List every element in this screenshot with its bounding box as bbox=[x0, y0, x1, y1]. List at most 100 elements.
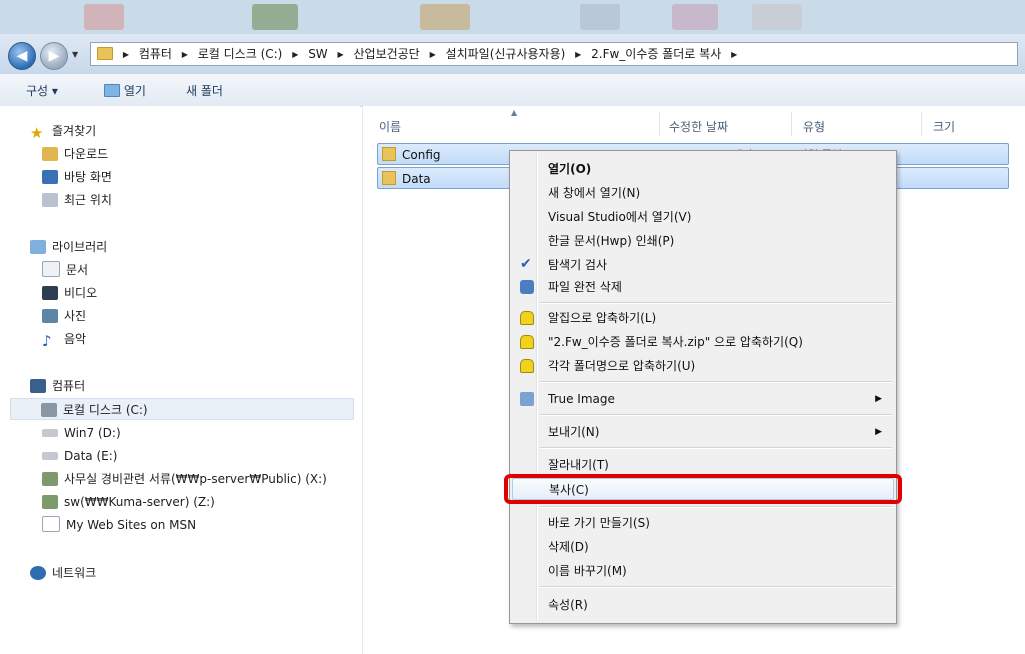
nav-item-downloads[interactable]: 다운로드 bbox=[42, 143, 108, 165]
alzip-icon bbox=[520, 311, 534, 325]
back-button[interactable]: ◀ bbox=[8, 42, 36, 70]
drive-icon bbox=[42, 452, 58, 460]
computer-icon bbox=[30, 379, 46, 393]
breadcrumb-item[interactable]: 컴퓨터 bbox=[139, 47, 172, 61]
column-header-type[interactable]: 유형 bbox=[803, 118, 825, 135]
nav-label: Win7 (D:) bbox=[64, 426, 121, 440]
nav-item-desktop[interactable]: 바탕 화면 bbox=[42, 166, 112, 188]
chevron-right-icon[interactable]: ▶ bbox=[182, 44, 188, 66]
chevron-right-icon[interactable]: ▶ bbox=[292, 44, 298, 66]
open-folder-icon bbox=[104, 84, 120, 97]
nav-item-local-disk-c[interactable]: 로컬 디스크 (C:) bbox=[10, 398, 354, 420]
nav-item-drive-e[interactable]: Data (E:) bbox=[42, 445, 117, 467]
column-header-name[interactable]: 이름 bbox=[379, 118, 401, 135]
drive-icon bbox=[41, 403, 57, 417]
breadcrumb-item[interactable]: 설치파일(신규사용자용) bbox=[446, 47, 566, 61]
menu-item-label: 알집으로 압축하기(L) bbox=[548, 311, 657, 325]
menu-item-alzip-compress[interactable]: 알집으로 압축하기(L) bbox=[512, 307, 894, 329]
nav-label: 네트워크 bbox=[52, 566, 97, 580]
submenu-arrow-icon: ▶ bbox=[875, 427, 882, 437]
menu-item-open[interactable]: 열기(O) bbox=[512, 158, 894, 180]
nav-label: 비디오 bbox=[64, 286, 98, 300]
breadcrumb-item[interactable]: 로컬 디스크 (C:) bbox=[198, 47, 283, 61]
file-name: Data bbox=[402, 172, 431, 186]
nav-computer[interactable]: 컴퓨터 bbox=[30, 375, 85, 397]
command-bar: 구성 ▾ 열기 새 폴더 bbox=[0, 74, 1025, 107]
menu-item-label: 각각 폴더명으로 압축하기(U) bbox=[548, 359, 696, 373]
nav-item-videos[interactable]: 비디오 bbox=[42, 282, 97, 304]
menu-item-label: 한글 문서(Hwp) 인쇄(P) bbox=[548, 234, 675, 248]
chevron-right-icon[interactable]: ▶ bbox=[430, 44, 436, 66]
menu-item-send-to[interactable]: 보내기(N) ▶ bbox=[512, 421, 894, 443]
breadcrumb-item[interactable]: 산업보건공단 bbox=[353, 47, 419, 61]
chevron-right-icon[interactable]: ▶ bbox=[575, 44, 581, 66]
taskbar-thumb[interactable] bbox=[672, 4, 718, 30]
menu-item-cut[interactable]: 잘라내기(T) bbox=[512, 454, 894, 476]
forward-button[interactable]: ▶ bbox=[40, 42, 68, 70]
nav-label: My Web Sites on MSN bbox=[66, 518, 197, 532]
music-icon: ♪ bbox=[42, 332, 52, 350]
breadcrumb-item[interactable]: SW bbox=[308, 47, 327, 61]
menu-item-label: 파일 완전 삭제 bbox=[548, 280, 622, 294]
context-menu: 열기(O) 새 창에서 열기(N) Visual Studio에서 열기(V) … bbox=[509, 150, 897, 624]
taskbar-thumb[interactable] bbox=[580, 4, 620, 30]
menu-separator bbox=[540, 447, 892, 449]
menu-item-compress-each-folder[interactable]: 각각 폴더명으로 압축하기(U) bbox=[512, 355, 894, 377]
chevron-right-icon[interactable]: ▶ bbox=[731, 44, 737, 66]
taskbar-thumb[interactable] bbox=[252, 4, 298, 30]
menu-item-hwp-print[interactable]: 한글 문서(Hwp) 인쇄(P) bbox=[512, 230, 894, 252]
pictures-icon bbox=[42, 309, 58, 323]
menu-item-properties[interactable]: 속성(R) bbox=[512, 594, 894, 616]
star-icon: ★ bbox=[30, 124, 44, 142]
column-divider[interactable] bbox=[659, 112, 660, 136]
menu-item-compress-to-zip[interactable]: "2.Fw_이수증 폴더로 복사.zip" 으로 압축하기(Q) bbox=[512, 331, 894, 353]
new-folder-button[interactable]: 새 폴더 bbox=[186, 82, 223, 99]
downloads-icon bbox=[42, 147, 58, 161]
menu-item-explorer-scan[interactable]: ✔ 탐색기 검사 bbox=[512, 254, 894, 276]
history-dropdown-icon[interactable]: ▼ bbox=[72, 50, 78, 59]
taskbar-thumb[interactable] bbox=[420, 4, 470, 30]
nav-favorites[interactable]: ★ 즐겨찾기 bbox=[30, 120, 96, 142]
web-folder-icon bbox=[42, 516, 60, 532]
nav-item-drive-x[interactable]: 사무실 경비관련 서류(₩₩p-server₩Public) (X:) bbox=[42, 468, 327, 490]
menu-item-delete[interactable]: 삭제(D) bbox=[512, 536, 894, 558]
breadcrumb-item[interactable]: 2.Fw_이수증 폴더로 복사 bbox=[591, 47, 721, 61]
file-name: Config bbox=[402, 148, 441, 162]
taskbar-thumb[interactable] bbox=[752, 4, 802, 30]
recent-places-icon bbox=[42, 193, 58, 207]
menu-item-create-shortcut[interactable]: 바로 가기 만들기(S) bbox=[512, 512, 894, 534]
nav-label: 컴퓨터 bbox=[52, 379, 86, 393]
organize-button[interactable]: 구성 ▾ bbox=[26, 82, 58, 99]
menu-separator bbox=[540, 506, 892, 508]
nav-item-music[interactable]: ♪ 음악 bbox=[42, 328, 86, 350]
menu-item-open-in-visual-studio[interactable]: Visual Studio에서 열기(V) bbox=[512, 206, 894, 228]
column-header-size[interactable]: 크기 bbox=[933, 118, 955, 135]
nav-item-pictures[interactable]: 사진 bbox=[42, 305, 86, 327]
open-button[interactable]: 열기 bbox=[104, 82, 146, 99]
column-divider[interactable] bbox=[791, 112, 792, 136]
column-divider[interactable] bbox=[921, 112, 922, 136]
network-drive-icon bbox=[42, 472, 58, 486]
menu-item-secure-delete[interactable]: 파일 완전 삭제 bbox=[512, 276, 894, 298]
chevron-right-icon[interactable]: ▶ bbox=[123, 44, 129, 66]
taskbar-thumb[interactable] bbox=[84, 4, 124, 30]
menu-item-true-image[interactable]: True Image ▶ bbox=[512, 388, 894, 410]
column-header-date[interactable]: 수정한 날짜 bbox=[669, 118, 728, 135]
menu-item-label: 잘라내기(T) bbox=[548, 458, 609, 472]
menu-item-open-new-window[interactable]: 새 창에서 열기(N) bbox=[512, 182, 894, 204]
nav-item-my-web-sites[interactable]: My Web Sites on MSN bbox=[42, 514, 196, 536]
nav-item-drive-d[interactable]: Win7 (D:) bbox=[42, 422, 121, 444]
nav-item-drive-z[interactable]: sw(₩₩Kuma-server) (Z:) bbox=[42, 491, 215, 513]
nav-item-documents[interactable]: 문서 bbox=[42, 259, 88, 281]
nav-network[interactable]: 네트워크 bbox=[30, 562, 96, 584]
nav-libraries[interactable]: 라이브러리 bbox=[30, 236, 107, 258]
drive-icon bbox=[42, 429, 58, 437]
chevron-right-icon[interactable]: ▶ bbox=[338, 44, 344, 66]
nav-item-recent[interactable]: 최근 위치 bbox=[42, 189, 112, 211]
menu-item-rename[interactable]: 이름 바꾸기(M) bbox=[512, 560, 894, 582]
network-drive-icon bbox=[42, 495, 58, 509]
address-field[interactable]: ▶ 컴퓨터 ▶ 로컬 디스크 (C:) ▶ SW ▶ 산업보건공단 ▶ 설치파일… bbox=[90, 42, 1018, 66]
menu-separator bbox=[540, 381, 892, 383]
documents-icon bbox=[42, 261, 60, 277]
open-button-label: 열기 bbox=[123, 84, 146, 98]
